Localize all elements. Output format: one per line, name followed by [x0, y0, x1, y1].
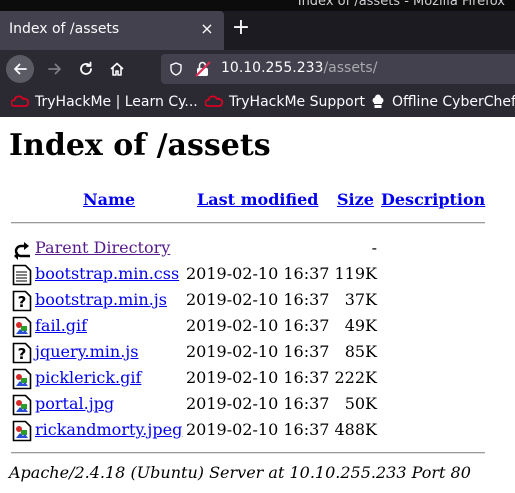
svg-text:?: ?	[18, 293, 27, 311]
image-file-icon	[12, 420, 32, 442]
url-text[interactable]: 10.10.255.233/assets/	[221, 60, 377, 76]
file-size: 37K	[344, 290, 377, 309]
file-link[interactable]: portal.jpg	[35, 394, 114, 413]
file-link[interactable]: bootstrap.min.js	[35, 290, 167, 309]
bookmark-label: Offline CyberChef	[392, 94, 515, 110]
tab-close-icon[interactable]: ×	[196, 18, 218, 40]
column-header-size[interactable]: Size	[337, 190, 374, 209]
file-size: 222K	[334, 368, 378, 387]
file-modified: 2019-02-10 16:37	[186, 290, 330, 309]
bookmark-label: TryHackMe Support	[229, 94, 365, 110]
file-modified: 2019-02-10 16:37	[186, 394, 330, 413]
column-header-last-modified[interactable]: Last modified	[197, 190, 318, 209]
file-size: -	[371, 238, 377, 257]
url-bar[interactable]: 10.10.255.233/assets/	[161, 54, 515, 84]
home-icon	[110, 62, 124, 76]
bookmark-label: TryHackMe | Learn Cy...	[35, 94, 198, 110]
file-size: 49K	[344, 316, 377, 335]
unknown-file-icon: ?	[12, 290, 32, 312]
parent-directory-link[interactable]: Parent Directory	[35, 238, 170, 257]
bookmarks-toolbar: TryHackMe | Learn Cy... TryHackMe Suppor…	[0, 88, 515, 117]
tryhackme-icon	[205, 95, 223, 107]
file-modified: 2019-02-10 16:37	[186, 368, 330, 387]
file-modified: 2019-02-10 16:37	[186, 342, 330, 361]
browser-chrome: Index of /assets - Mozilla Firefox Index…	[0, 0, 515, 117]
column-header-name[interactable]: Name	[83, 190, 135, 209]
back-arrow-icon	[14, 242, 30, 260]
page-title: Index of /assets	[9, 128, 271, 163]
table-divider-bottom	[11, 452, 485, 454]
new-tab-button[interactable]: +	[229, 16, 253, 40]
file-modified: 2019-02-10 16:37	[186, 316, 330, 335]
unknown-file-icon: ?	[12, 342, 32, 364]
table-row: picklerick.gif 2019-02-10 16:37 222K	[0, 365, 515, 391]
home-button[interactable]	[103, 55, 131, 83]
page-content: Index of /assets Name Last modified Size…	[0, 117, 515, 493]
file-modified: 2019-02-10 16:37	[186, 264, 330, 283]
file-link[interactable]: jquery.min.js	[35, 342, 138, 361]
file-size: 85K	[344, 342, 377, 361]
tryhackme-icon	[11, 95, 29, 107]
bookmark-tryhackme-learn[interactable]: TryHackMe | Learn Cy...	[11, 92, 198, 112]
file-size: 50K	[344, 394, 377, 413]
back-button[interactable]	[6, 55, 34, 83]
reload-icon	[80, 61, 92, 75]
text-file-icon	[12, 264, 32, 286]
shield-icon[interactable]	[169, 62, 183, 76]
file-link[interactable]: rickandmorty.jpeg	[35, 420, 182, 439]
bookmark-offline-cyberchef[interactable]: Offline CyberChef	[370, 92, 515, 112]
arrow-right-icon	[48, 63, 61, 75]
file-modified: 2019-02-10 16:37	[186, 420, 330, 439]
file-size: 119K	[334, 264, 378, 283]
table-row-parent: Parent Directory -	[0, 235, 515, 261]
svg-text:?: ?	[18, 345, 27, 363]
image-file-icon	[12, 316, 32, 338]
window-title: Index of /assets - Mozilla Firefox	[297, 0, 505, 9]
table-row: ? jquery.min.js 2019-02-10 16:37 85K	[0, 339, 515, 365]
bookmark-tryhackme-support[interactable]: TryHackMe Support	[205, 92, 365, 112]
forward-button[interactable]	[41, 55, 69, 83]
file-link[interactable]: fail.gif	[35, 316, 87, 335]
table-row: rickandmorty.jpeg 2019-02-10 16:37 488K	[0, 417, 515, 443]
url-path: /assets/	[323, 60, 378, 76]
file-link[interactable]: picklerick.gif	[35, 368, 141, 387]
cyberchef-icon	[372, 94, 384, 108]
insecure-lock-icon[interactable]	[194, 60, 212, 78]
tab-title: Index of /assets	[9, 21, 120, 37]
reload-button[interactable]	[72, 55, 100, 83]
table-row: bootstrap.min.css 2019-02-10 16:37 119K	[0, 261, 515, 287]
file-link[interactable]: bootstrap.min.css	[35, 264, 179, 283]
file-size: 488K	[334, 420, 378, 439]
url-host: 10.10.255.233	[221, 60, 324, 76]
table-divider-top	[11, 222, 485, 224]
image-file-icon	[12, 394, 32, 416]
window-titlebar: Index of /assets - Mozilla Firefox	[0, 0, 515, 11]
column-header-description[interactable]: Description	[381, 190, 485, 209]
image-file-icon	[12, 368, 32, 390]
table-row: ? bootstrap.min.js 2019-02-10 16:37 37K	[0, 287, 515, 313]
table-row: fail.gif 2019-02-10 16:37 49K	[0, 313, 515, 339]
table-row: portal.jpg 2019-02-10 16:37 50K	[0, 391, 515, 417]
arrow-left-icon	[14, 63, 27, 75]
tab-active[interactable]: Index of /assets ×	[0, 11, 224, 50]
server-signature: Apache/2.4.18 (Ubuntu) Server at 10.10.2…	[9, 463, 471, 482]
